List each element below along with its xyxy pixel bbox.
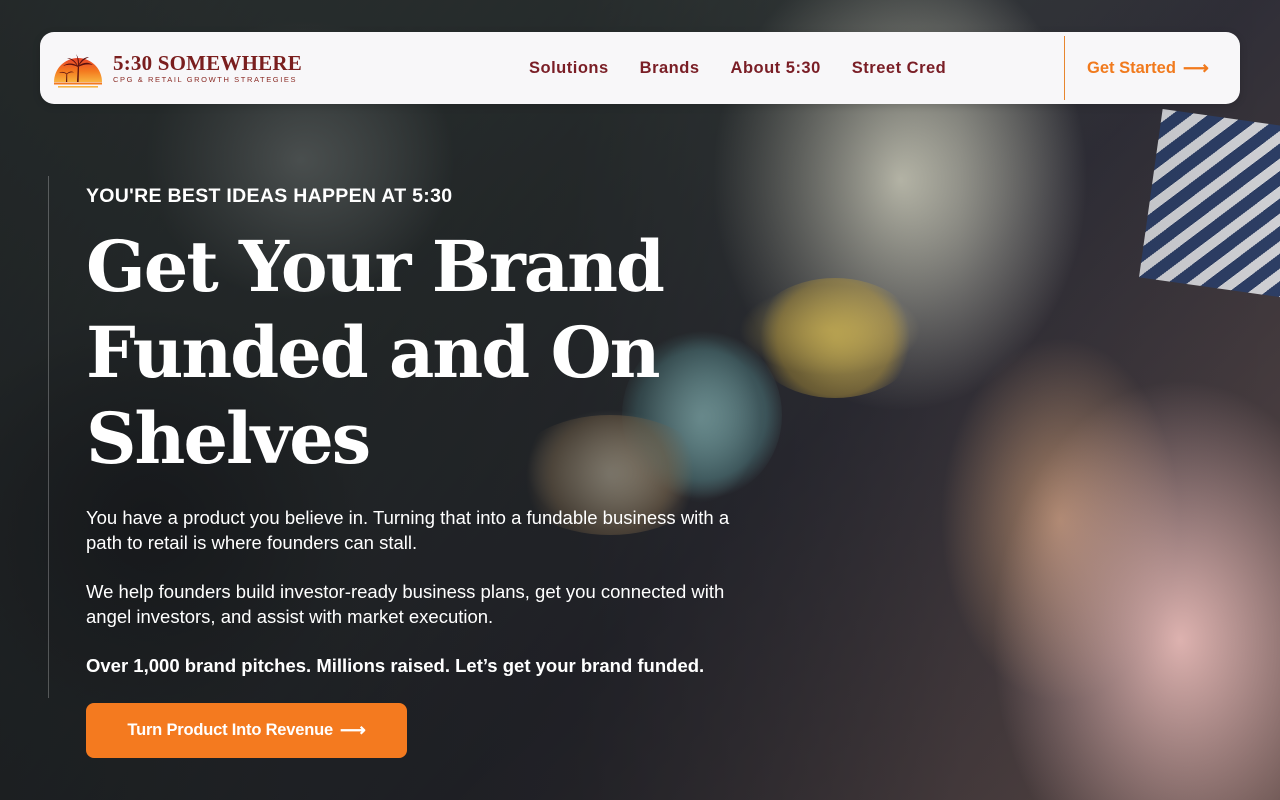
cta-label: Turn Product Into Revenue bbox=[127, 721, 333, 739]
arrow-right-icon: ⟶ bbox=[339, 720, 366, 740]
sunset-palm-icon bbox=[54, 54, 102, 88]
hero-headline: Get Your Brand Funded and On Shelves bbox=[86, 225, 665, 480]
nav-item-solutions[interactable]: Solutions bbox=[529, 59, 609, 78]
hero-paragraph-3: Over 1,000 brand pitches. Millions raise… bbox=[86, 655, 705, 676]
hero-vertical-divider bbox=[48, 176, 49, 698]
nav-item-brands[interactable]: Brands bbox=[640, 59, 700, 78]
nav-divider bbox=[1064, 36, 1065, 100]
get-started-button[interactable]: Get Started ⟶ bbox=[1087, 32, 1209, 104]
nav-menu: Solutions Brands About 5:30 Street Cred bbox=[529, 32, 977, 104]
brand-tagline: CPG & RETAIL GROWTH STRATEGIES bbox=[113, 75, 298, 84]
turn-product-into-revenue-button[interactable]: Turn Product Into Revenue ⟶ bbox=[86, 703, 407, 758]
hero-paragraph-2: We help founders build investor-ready bu… bbox=[86, 581, 725, 627]
brand-logo[interactable]: 5:30 SOMEWHERE CPG & RETAIL GROWTH STRAT… bbox=[53, 46, 302, 90]
nav-item-about[interactable]: About 5:30 bbox=[731, 59, 821, 78]
hero-eyebrow: YOU'RE BEST IDEAS HAPPEN AT 5:30 bbox=[86, 185, 453, 207]
get-started-label: Get Started bbox=[1087, 58, 1176, 77]
hero-paragraph-1: You have a product you believe in. Turni… bbox=[86, 507, 730, 553]
brand-name: 5:30 SOMEWHERE bbox=[113, 51, 302, 75]
nav-item-street-cred[interactable]: Street Cred bbox=[852, 59, 946, 78]
arrow-right-icon: ⟶ bbox=[1182, 57, 1209, 78]
navbar: 5:30 SOMEWHERE CPG & RETAIL GROWTH STRAT… bbox=[40, 32, 1240, 104]
